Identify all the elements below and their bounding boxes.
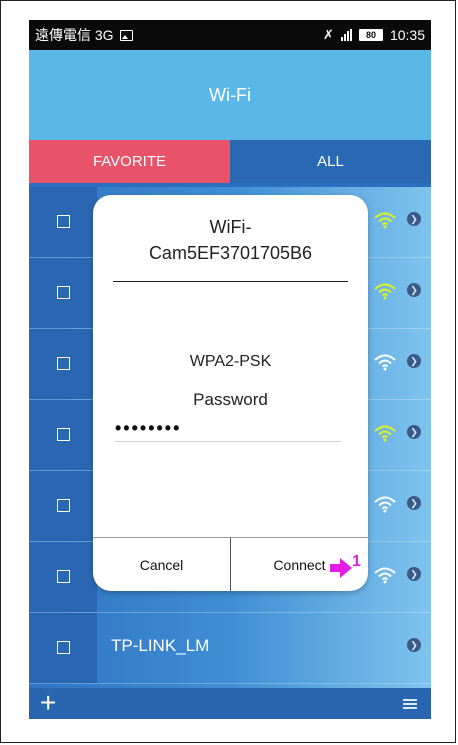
wifi-signal-icon [374,354,396,371]
wifi-signal-icon [374,283,396,300]
chevron-right-icon[interactable]: ❯ [407,212,421,226]
security-type: WPA2-PSK [189,353,272,370]
chevron-right-icon[interactable]: ❯ [407,567,421,581]
password-label: Password [193,390,268,409]
tab-bar: FAVORITE ALL [29,140,431,183]
chevron-right-icon[interactable]: ❯ [407,354,421,368]
chevron-right-icon[interactable]: ❯ [407,283,421,297]
menu-icon[interactable] [403,699,417,709]
chevron-right-icon[interactable]: ❯ [407,638,421,652]
cell-signal-icon [340,29,352,41]
wifi-connect-dialog: WiFi- Cam5EF3701705B6 WPA2-PSK Password … [93,195,368,591]
dialog-divider [113,281,348,282]
row-checkbox[interactable] [57,570,70,583]
wifi-signal-icon [374,496,396,513]
tab-all[interactable]: ALL [230,140,431,183]
annotation-number: 1 [352,553,361,570]
dialog-title-line2: Cam5EF3701705B6 [148,243,313,263]
clock: 10:35 [389,27,425,43]
page-title: Wi-Fi [209,84,251,105]
row-checkbox[interactable] [57,357,70,370]
cancel-button[interactable]: Cancel [93,538,231,591]
dialog-title-line1: WiFi- [209,217,252,237]
row-checkbox[interactable] [57,499,70,512]
status-bar: 遠傳電信 3G ✗ 80 10:35 [29,20,431,50]
row-checkbox[interactable] [57,641,70,654]
annotation-arrow-icon [330,558,352,578]
battery-icon: 80 [358,29,383,41]
wifi-signal-icon [374,212,396,229]
network-ssid: TP-LINK_LM [111,636,210,655]
wifi-signal-icon [374,425,396,442]
bottom-toolbar: + [29,688,431,719]
tab-favorite[interactable]: FAVORITE [29,140,230,183]
row-checkbox[interactable] [57,428,70,441]
image-notification-icon [119,29,133,41]
wifi-signal-icon [374,567,396,584]
page-header: Wi-Fi [29,50,431,140]
mute-icon: ✗ [323,27,334,42]
password-input[interactable]: •••••••• [115,419,341,442]
carrier-label: 遠傳電信 3G [35,27,114,43]
row-checkbox[interactable] [57,215,70,228]
row-checkbox[interactable] [57,286,70,299]
plus-icon[interactable]: + [40,689,56,717]
tab-all-label: ALL [317,153,344,170]
tab-favorite-label: FAVORITE [92,153,167,170]
network-row[interactable]: TP-LINK_LM ❯ [29,613,431,684]
chevron-right-icon[interactable]: ❯ [407,425,421,439]
dialog-button-bar: Cancel Connect [93,537,368,591]
chevron-right-icon[interactable]: ❯ [407,496,421,510]
